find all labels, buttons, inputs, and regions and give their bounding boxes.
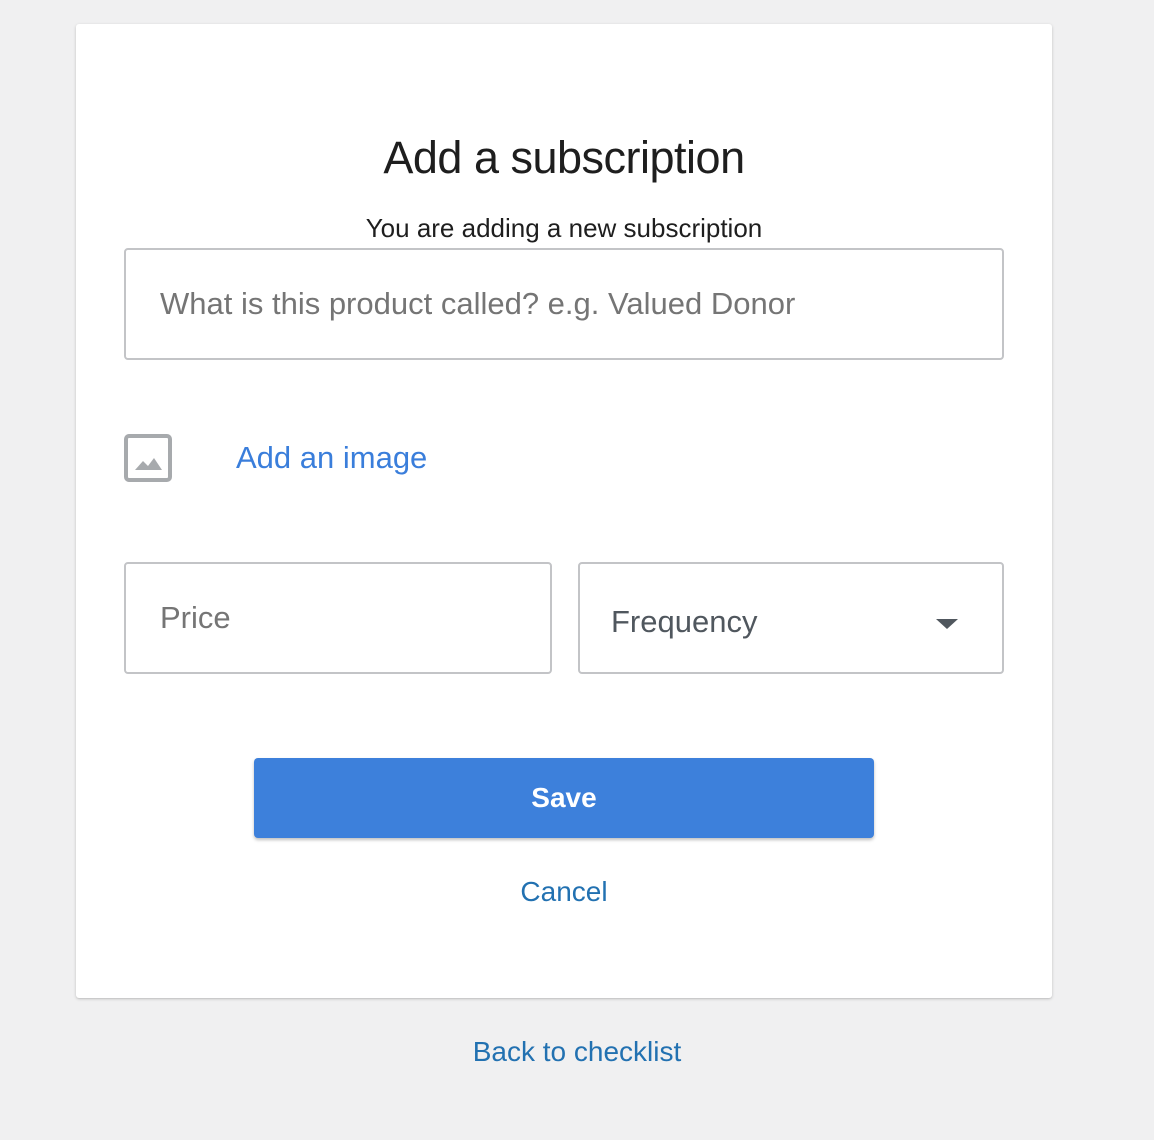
frequency-label: Frequency [611,604,758,639]
save-button[interactable]: Save [254,758,874,838]
image-icon[interactable] [124,434,172,482]
price-input[interactable] [124,562,552,674]
back-to-checklist-link[interactable]: Back to checklist [0,1032,1154,1072]
product-name-input[interactable] [124,248,1004,360]
add-image-link[interactable]: Add an image [236,434,427,482]
page-subtitle: You are adding a new subscription [365,213,763,243]
cancel-link[interactable]: Cancel [76,872,1052,912]
subscription-card: Add a subscription You are adding a new … [76,24,1052,998]
chevron-down-icon [936,619,958,629]
page-title: Add a subscription [383,132,745,183]
frequency-select[interactable]: Frequency [578,562,1004,674]
